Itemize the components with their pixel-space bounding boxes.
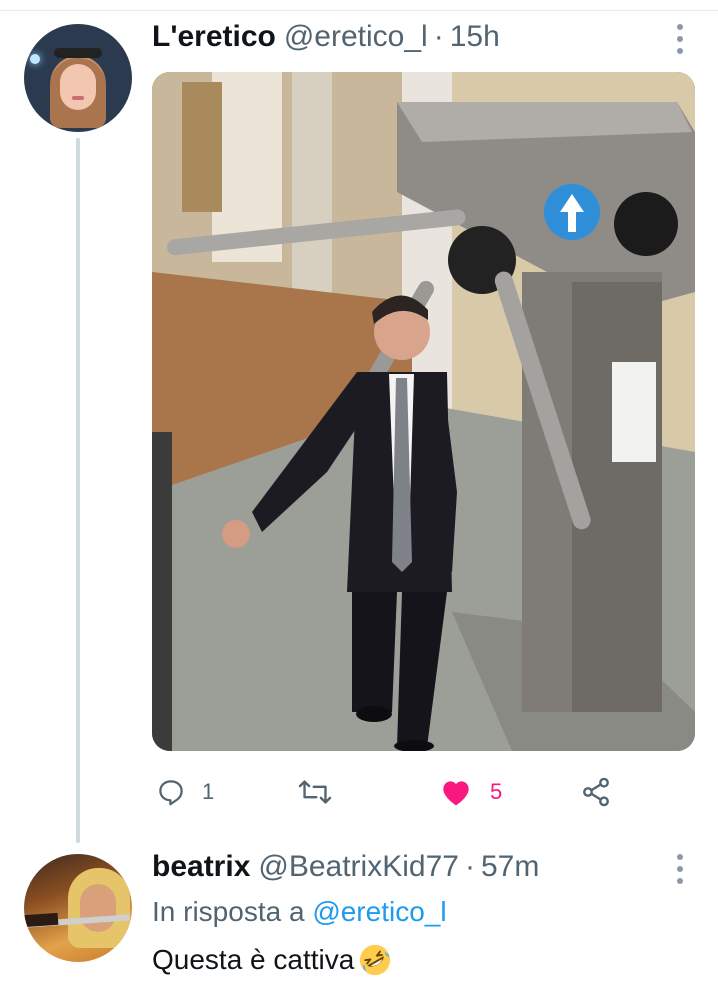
user-handle[interactable]: @BeatrixKid77 bbox=[258, 850, 459, 884]
header-separator: · bbox=[464, 850, 475, 883]
more-options-icon[interactable] bbox=[674, 24, 686, 54]
avatar-face bbox=[80, 884, 116, 932]
like-count: 5 bbox=[490, 779, 503, 804]
avatar-mouth bbox=[72, 96, 84, 100]
reply-text: Questa è cattiva bbox=[152, 943, 392, 977]
reply-header: beatrix @BeatrixKid77 · 57m bbox=[152, 850, 539, 884]
more-options-icon[interactable] bbox=[674, 854, 686, 884]
heart-filled-icon bbox=[443, 781, 469, 806]
tweet-time[interactable]: 15h bbox=[450, 20, 500, 54]
rolling-on-floor-laughing-emoji bbox=[360, 944, 391, 976]
tweet-actions: 1 5 bbox=[152, 770, 622, 814]
user-handle[interactable]: @eretico_l bbox=[284, 20, 428, 54]
reply-text-content: Questa è cattiva bbox=[152, 944, 355, 975]
retweet-button[interactable] bbox=[298, 770, 332, 814]
reply-prefix: In risposta a bbox=[152, 896, 305, 927]
display-name[interactable]: beatrix bbox=[152, 850, 250, 884]
thread-line bbox=[76, 138, 80, 843]
tweet-header: L'eretico @eretico_l · 15h bbox=[152, 20, 500, 54]
twitter-thread: L'eretico @eretico_l · 15h 1 5 beatrix @… bbox=[0, 0, 718, 993]
turnstile-photo-illustration bbox=[152, 72, 695, 751]
share-button[interactable] bbox=[580, 770, 612, 814]
avatar-face bbox=[60, 64, 96, 110]
share-icon bbox=[583, 777, 609, 807]
display-name[interactable]: L'eretico bbox=[152, 20, 276, 54]
tweet-time[interactable]: 57m bbox=[481, 850, 539, 884]
reply-count: 1 bbox=[202, 779, 215, 804]
avatar-sword-hilt bbox=[24, 912, 59, 928]
top-divider bbox=[0, 10, 718, 11]
retweet-icon bbox=[298, 780, 332, 804]
reply-mention-link[interactable]: @eretico_l bbox=[312, 896, 446, 927]
like-button[interactable]: 5 bbox=[440, 770, 502, 814]
avatar-glow bbox=[30, 54, 40, 64]
avatar-eretico[interactable] bbox=[24, 24, 132, 132]
header-separator: · bbox=[433, 20, 444, 53]
reply-context: In risposta a @eretico_l bbox=[152, 896, 447, 928]
avatar-headband bbox=[54, 48, 102, 58]
reply-icon bbox=[159, 780, 183, 806]
avatar-beatrix[interactable] bbox=[24, 854, 132, 962]
tweet-photo[interactable] bbox=[152, 72, 695, 751]
reply-button[interactable]: 1 bbox=[156, 770, 214, 814]
